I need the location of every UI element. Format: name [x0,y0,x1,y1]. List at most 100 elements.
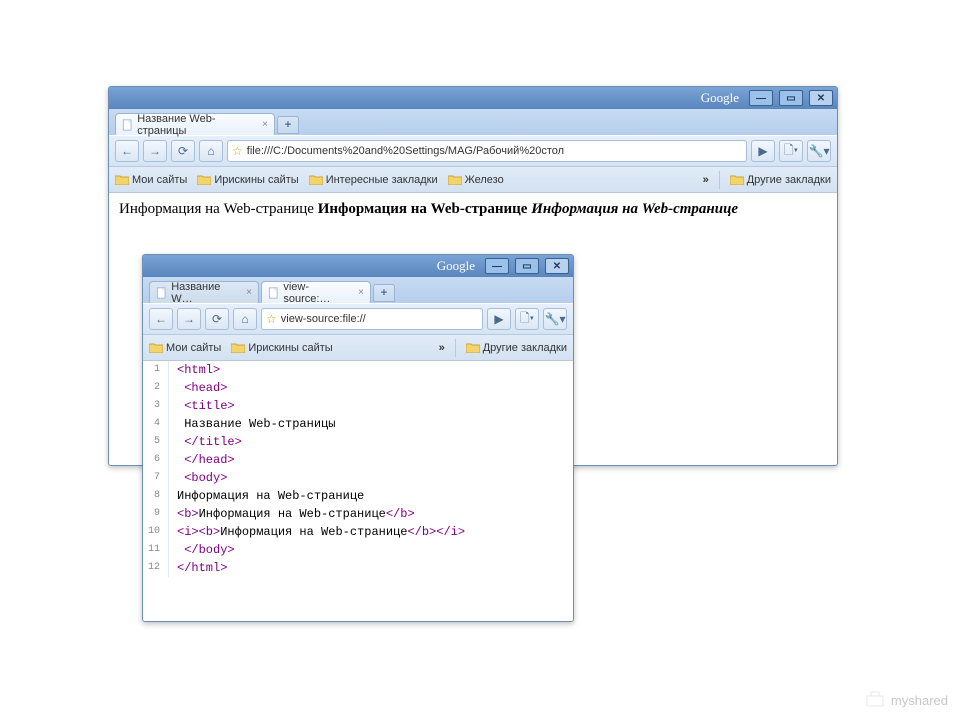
line-number: 10 [143,523,169,541]
close-button[interactable]: ✕ [545,258,569,274]
source-line: 5 </title> [143,433,573,451]
folder-icon [730,174,744,185]
divider [455,339,456,357]
address-bar[interactable]: ☆ [261,308,483,330]
tab-close-icon[interactable]: × [262,119,268,130]
minimize-button[interactable]: — [485,258,509,274]
tab-strip: Название Web-страницы × + [109,109,837,135]
page-menu-button[interactable]: 🗋▾ [779,140,803,162]
wrench-menu-button[interactable]: 🔧▾ [807,140,831,162]
watermark-icon [865,690,885,710]
code-text: <html> [169,361,220,379]
code-text: </title> [169,433,242,451]
other-bookmarks-button[interactable]: Другие закладки [466,342,567,354]
source-line: 12</html> [143,559,573,577]
code-text: Название Web-страницы [169,415,335,433]
body-text-bold-italic: Информация на Web-странице [531,201,738,217]
go-button[interactable]: ▶ [487,308,511,330]
maximize-button[interactable]: ▭ [515,258,539,274]
source-line: 11 </body> [143,541,573,559]
folder-icon [309,174,323,185]
go-button[interactable]: ▶ [751,140,775,162]
url-input[interactable] [247,145,742,157]
line-number: 12 [143,559,169,577]
bookmarks-overflow-button[interactable]: » [439,342,445,354]
line-number: 9 [143,505,169,523]
source-line: 2 <head> [143,379,573,397]
bookmark-folder[interactable]: Мои сайты [149,342,221,354]
wrench-menu-button[interactable]: 🔧▾ [543,308,567,330]
page-icon [156,287,167,299]
brand-label: Google [437,258,475,274]
folder-icon [448,174,462,185]
bookmark-folder[interactable]: Мои сайты [115,174,187,186]
folder-icon [197,174,211,185]
line-number: 4 [143,415,169,433]
bookmark-folder[interactable]: Ирискины сайты [231,342,332,354]
forward-button[interactable]: → [143,140,167,162]
code-text: Информация на Web-странице [169,487,364,505]
bookmark-folder[interactable]: Железо [448,174,504,186]
code-text: <b>Информация на Web-странице</b> [169,505,415,523]
tab-label: Название W… [171,281,240,305]
bookmark-star-icon[interactable]: ☆ [266,312,277,326]
bookmark-star-icon[interactable]: ☆ [232,144,243,158]
url-input[interactable] [281,313,478,325]
reload-button[interactable]: ⟳ [171,140,195,162]
source-line: 1<html> [143,361,573,379]
line-number: 1 [143,361,169,379]
tab-label: view-source:… [283,281,352,305]
bookmarks-overflow-button[interactable]: » [703,174,709,186]
code-text: <body> [169,469,227,487]
other-bookmarks-button[interactable]: Другие закладки [730,174,831,186]
back-button[interactable]: ← [149,308,173,330]
back-button[interactable]: ← [115,140,139,162]
titlebar: Google — ▭ ✕ [109,87,837,109]
page-menu-button[interactable]: 🗋▾ [515,308,539,330]
folder-icon [149,342,163,353]
tab-inactive[interactable]: Название W… × [149,281,259,303]
source-line: 4 Название Web-страницы [143,415,573,433]
reload-button[interactable]: ⟳ [205,308,229,330]
tab-label: Название Web-страницы [137,113,256,137]
line-number: 3 [143,397,169,415]
tab-close-icon[interactable]: × [358,287,364,298]
folder-icon [115,174,129,185]
line-number: 8 [143,487,169,505]
new-tab-button[interactable]: + [277,116,299,134]
code-text: </body> [169,541,235,559]
home-button[interactable]: ⌂ [233,308,257,330]
home-button[interactable]: ⌂ [199,140,223,162]
bookmark-folder[interactable]: Интересные закладки [309,174,438,186]
code-text: <i><b>Информация на Web-странице</b></i> [169,523,465,541]
nav-toolbar: ← → ⟳ ⌂ ☆ ▶ 🗋▾ 🔧▾ [143,303,573,335]
close-button[interactable]: ✕ [809,90,833,106]
minimize-button[interactable]: — [749,90,773,106]
line-number: 6 [143,451,169,469]
page-icon [122,119,133,131]
tab-active[interactable]: Название Web-страницы × [115,113,275,135]
rendered-html: Информация на Web-странице Информация на… [109,193,837,226]
body-text-bold: Информация на Web-странице [318,201,532,217]
source-line: 10<i><b>Информация на Web-странице</b></… [143,523,573,541]
new-tab-button[interactable]: + [373,284,395,302]
source-code: 1<html>2 <head>3 <title>4 Название Web-с… [143,361,573,577]
nav-toolbar: ← → ⟳ ⌂ ☆ ▶ 🗋▾ 🔧▾ [109,135,837,167]
address-bar[interactable]: ☆ [227,140,747,162]
bookmarks-bar: Мои сайты Ирискины сайты » Другие заклад… [143,335,573,361]
code-text: <head> [169,379,227,397]
brand-label: Google [701,90,739,106]
line-number: 7 [143,469,169,487]
bookmark-folder[interactable]: Ирискины сайты [197,174,298,186]
tab-strip: Название W… × view-source:… × + [143,277,573,303]
watermark-text: myshared [891,693,948,708]
tab-close-icon[interactable]: × [246,287,252,298]
tab-active[interactable]: view-source:… × [261,281,371,303]
titlebar: Google — ▭ ✕ [143,255,573,277]
forward-button[interactable]: → [177,308,201,330]
line-number: 2 [143,379,169,397]
bookmarks-bar: Мои сайты Ирискины сайты Интересные закл… [109,167,837,193]
maximize-button[interactable]: ▭ [779,90,803,106]
page-icon [268,287,279,299]
source-line: 8Информация на Web-странице [143,487,573,505]
